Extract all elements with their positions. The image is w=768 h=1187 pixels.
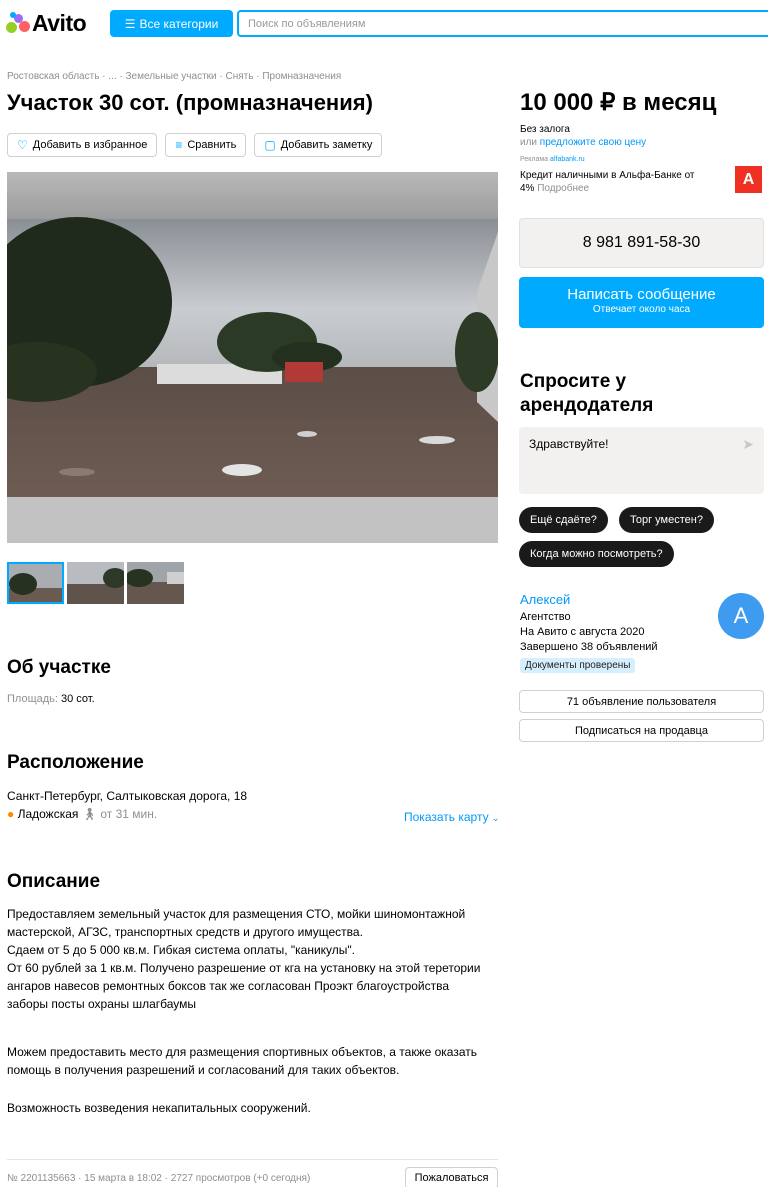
- area-label: Площадь:: [7, 693, 58, 705]
- add-note-button[interactable]: ▢ Добавить заметку: [254, 133, 383, 157]
- description-para-2: Можем предоставить место для размещения …: [7, 1043, 502, 1079]
- logo-text: Avito: [32, 9, 87, 36]
- avatar[interactable]: А: [718, 593, 764, 639]
- description-para-1: Предоставляем земельный участок для разм…: [7, 905, 502, 1013]
- ask-message-text: Здравствуйте!: [529, 437, 609, 451]
- seller-since: На Авито с августа 2020: [520, 626, 645, 638]
- avito-logo[interactable]: Avito: [6, 9, 87, 36]
- response-time: Отвечает около часа: [592, 304, 691, 315]
- metro-station: Ладожская: [17, 807, 79, 821]
- ask-message-input[interactable]: Здравствуйте! ➤: [519, 427, 764, 494]
- price: 10 000 ₽ в месяц: [520, 89, 717, 116]
- quick-question-chip[interactable]: Торг уместен?: [619, 507, 714, 533]
- offer-price-link[interactable]: предложите свою цену: [540, 137, 646, 148]
- ad-text-2: 4%: [520, 183, 535, 194]
- description-heading: Описание: [7, 871, 101, 892]
- location-heading: Расположение: [7, 752, 144, 773]
- quick-question-chip[interactable]: Ещё сдаёте?: [519, 507, 608, 533]
- ad-label: Реклама: [520, 156, 549, 163]
- show-phone-button[interactable]: 8 981 891-58-30: [519, 218, 764, 268]
- user-ads-button[interactable]: 71 объявление пользователя: [519, 690, 764, 713]
- subscribe-seller-button[interactable]: Подписаться на продавца: [519, 719, 764, 742]
- metro-time: от 31 мин.: [100, 807, 158, 821]
- area-value: 30 сот.: [61, 693, 95, 705]
- show-map-link[interactable]: Показать карту ⌄: [404, 808, 499, 827]
- photo-illustration: [7, 172, 498, 543]
- all-categories-label: Все категории: [139, 16, 219, 31]
- send-icon[interactable]: ➤: [742, 436, 754, 453]
- description-line: Предоставляем земельный участок для разм…: [7, 907, 466, 921]
- search-icon: ☰: [124, 16, 136, 31]
- footer-divider: [7, 1159, 498, 1160]
- thumbnail-image: [67, 562, 124, 604]
- description-line: ангаров навесов ремонтных боксов так же …: [7, 979, 450, 993]
- photo-thumbnails: [7, 562, 184, 604]
- all-categories-button[interactable]: ☰ Все категории: [110, 10, 233, 37]
- add-favorite-label: Добавить в избранное: [32, 139, 148, 151]
- note-icon: ▢: [264, 138, 276, 152]
- thumbnail-3[interactable]: [127, 562, 184, 604]
- alfabank-logo[interactable]: А: [735, 166, 762, 193]
- add-favorite-button[interactable]: ♡ Добавить в избранное: [7, 133, 158, 157]
- offer-row: или предложите свою цену: [520, 137, 646, 148]
- description-line: Сдаем от 5 до 5 000 кв.м. Гибкая система…: [7, 943, 356, 957]
- offer-prefix: или: [520, 137, 538, 148]
- ad-label-row: Реклама alfabank.ru: [520, 156, 585, 163]
- ad-text-1: Кредит наличными в Альфа-Банке от: [520, 170, 695, 181]
- description-line: От 60 рублей за 1 кв.м. Получено разреше…: [7, 961, 481, 975]
- seller-type: Агентство: [520, 611, 571, 623]
- write-message-button[interactable]: Написать сообщение Отвечает около часа: [519, 277, 764, 328]
- chevron-down-icon: ⌄: [491, 813, 500, 823]
- compare-icon: ≡: [175, 138, 183, 152]
- main-photo[interactable]: [7, 172, 498, 543]
- ad-more: Подробнее: [537, 183, 590, 194]
- documents-verified-badge: Документы проверены: [520, 658, 636, 673]
- report-button[interactable]: Пожаловаться: [405, 1167, 498, 1187]
- ad-domain[interactable]: alfabank.ru: [550, 156, 585, 163]
- seller-name-link[interactable]: Алексей: [520, 592, 570, 607]
- thumbnail-1[interactable]: [7, 562, 64, 604]
- compare-label: Сравнить: [187, 139, 237, 151]
- thumbnail-image: [127, 562, 184, 604]
- logo-dots-icon: [6, 12, 30, 34]
- heart-icon: ♡: [17, 138, 28, 152]
- walk-icon: 🚶︎: [81, 807, 97, 821]
- search-input[interactable]: Поиск по объявлениям: [237, 10, 768, 37]
- about-heading: Об участке: [7, 657, 111, 678]
- area-row: Площадь: 30 сот.: [7, 690, 95, 708]
- quick-question-chip[interactable]: Когда можно посмотреть?: [519, 541, 674, 567]
- listing-meta: № 2201135663 · 15 марта в 18:02 · 2727 п…: [7, 1173, 311, 1184]
- description-line: помощь в получения разрешений и согласов…: [7, 1063, 400, 1077]
- metro-row: ● Ладожская 🚶︎ от 31 мин.: [7, 805, 157, 823]
- ask-landlord-heading: Спросите у арендодателя: [520, 371, 654, 416]
- description-line: мастерской, АГЗС, транспортных средств и…: [7, 925, 363, 939]
- metro-line-dot-icon: ●: [7, 807, 15, 821]
- add-note-label: Добавить заметку: [280, 139, 373, 151]
- description-line: Можем предоставить место для размещения …: [7, 1045, 477, 1059]
- thumbnail-image: [9, 564, 62, 602]
- page-title: Участок 30 сот. (промназначения): [7, 90, 373, 115]
- breadcrumb[interactable]: Ростовская область · ... · Земельные уча…: [7, 71, 341, 82]
- ad-text[interactable]: Кредит наличными в Альфа-Банке от 4% Под…: [520, 169, 720, 195]
- deposit-text: Без залога: [520, 124, 570, 135]
- description-para-3: Возможность возведения некапитальных соо…: [7, 1101, 311, 1115]
- compare-button[interactable]: ≡ Сравнить: [165, 133, 247, 157]
- seller-completed: Завершено 38 объявлений: [520, 641, 658, 653]
- listing-actions: ♡ Добавить в избранное ≡ Сравнить ▢ Доба…: [7, 133, 383, 157]
- write-message-label: Написать сообщение: [567, 286, 716, 303]
- address: Санкт-Петербург, Салтыковская дорога, 18: [7, 789, 248, 803]
- thumbnail-2[interactable]: [67, 562, 124, 604]
- show-map-label: Показать карту: [404, 810, 489, 824]
- search-placeholder: Поиск по объявлениям: [248, 17, 366, 30]
- description-line: заборы посты охраны шлагбаумы: [7, 997, 197, 1011]
